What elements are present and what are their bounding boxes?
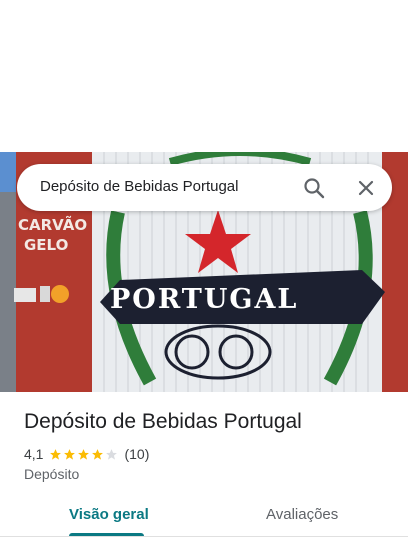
star-icon <box>78 448 90 460</box>
search-query-text[interactable]: Depósito de Bebidas Portugal <box>40 178 238 195</box>
tab-reviews[interactable]: Avaliações <box>266 506 338 523</box>
search-icon[interactable] <box>303 177 325 199</box>
tab-divider <box>0 536 408 537</box>
star-empty-icon <box>106 448 118 460</box>
rating-row[interactable]: 4,1 (10) <box>24 445 149 463</box>
tab-overview[interactable]: Visão geral <box>69 506 149 523</box>
close-icon[interactable] <box>356 178 376 198</box>
wall-text-carvao: CARVÃO <box>18 215 87 234</box>
star-icon <box>92 448 104 460</box>
sign-text: PORTUGAL <box>110 284 298 315</box>
search-bar[interactable]: Depósito de Bebidas Portugal <box>17 164 392 211</box>
top-blank-area <box>0 0 408 152</box>
place-title: Depósito de Bebidas Portugal <box>24 410 302 433</box>
place-category: Depósito <box>24 466 80 482</box>
review-count[interactable]: (10) <box>124 446 149 462</box>
star-rating <box>49 448 118 461</box>
rating-value: 4,1 <box>24 446 44 462</box>
star-icon <box>64 448 76 460</box>
wall-text-gelo: GELO <box>24 236 68 254</box>
star-icon <box>50 448 62 460</box>
